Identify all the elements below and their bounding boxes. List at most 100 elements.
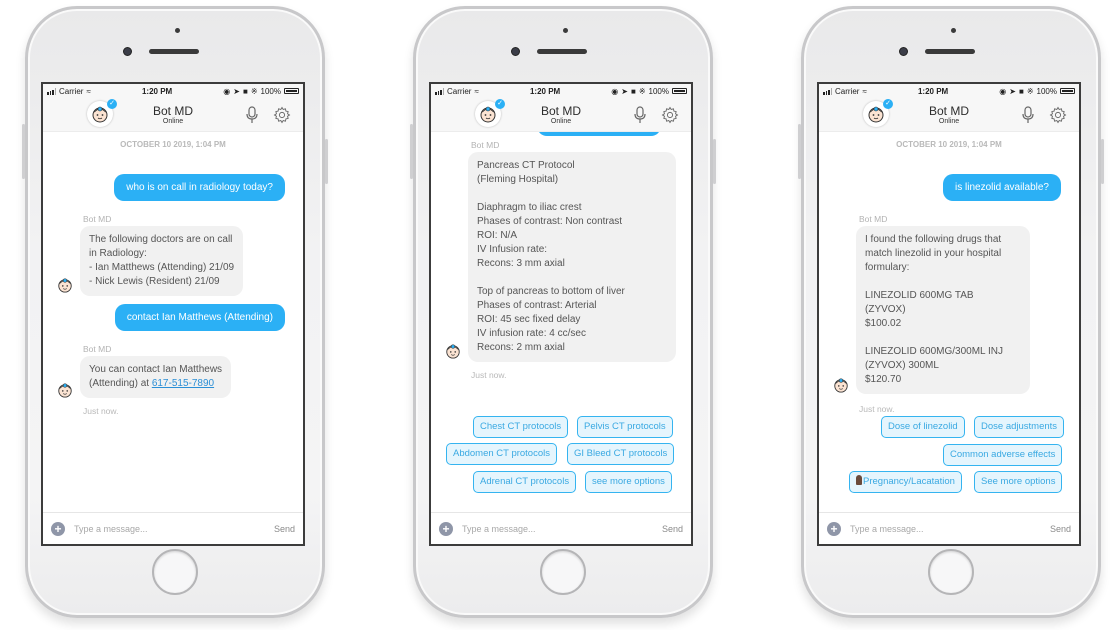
proximity-sensor (951, 28, 956, 33)
send-button[interactable]: Send (662, 524, 683, 534)
bluetooth-icon: ※ (250, 86, 258, 96)
mic-icon[interactable] (633, 106, 647, 124)
user-message: who is on call in radiology today? (114, 174, 285, 201)
status-bar: Carrier ≈ 1:20 PM ◉ ➤ ■ ※ 100% (819, 84, 1079, 98)
front-camera (899, 47, 908, 56)
quick-reply-abdomen-ct[interactable]: Abdomen CT protocols (446, 443, 557, 465)
message-list: Bot MD Pancreas CT Protocol (Fleming Hos… (431, 132, 691, 510)
message-timestamp: Just now. (83, 406, 119, 416)
message-composer: + Send (43, 512, 303, 544)
sender-label: Bot MD (471, 140, 500, 150)
quick-reply-adverse-effects[interactable]: Common adverse effects (943, 444, 1063, 466)
front-camera (123, 47, 132, 56)
bluetooth-icon: ※ (638, 86, 646, 96)
message-timestamp: Just now. (471, 370, 507, 380)
carrier-label: Carrier (447, 86, 472, 96)
quick-reply-see-more[interactable]: See more options (974, 471, 1063, 493)
message-input[interactable] (74, 523, 274, 534)
bot-avatar[interactable]: ✓ (475, 99, 505, 127)
message-input[interactable] (850, 523, 1050, 534)
gear-icon[interactable] (1049, 106, 1067, 124)
sender-label: Bot MD (859, 214, 888, 224)
sender-label: Bot MD (83, 344, 112, 354)
bot-avatar-icon (834, 378, 848, 393)
message-input[interactable] (462, 523, 662, 534)
quick-reply-see-more[interactable]: see more options (585, 471, 672, 493)
chat-status: Online (550, 118, 572, 125)
send-button[interactable]: Send (1050, 524, 1071, 534)
chat-screen: Carrier ≈ 1:20 PM ◉ ➤ ■ ※ 100% ✓ Bot MD … (429, 82, 693, 546)
mic-icon[interactable] (1021, 106, 1035, 124)
home-button[interactable] (540, 549, 586, 595)
carrier-label: Carrier (835, 86, 860, 96)
gear-icon[interactable] (273, 106, 291, 124)
message-list: OCTOBER 10 2019, 1:04 PM who is on call … (43, 132, 303, 510)
verified-check-icon: ✓ (107, 99, 117, 109)
plus-icon[interactable]: + (51, 521, 65, 536)
bot-avatar[interactable]: ✓ (863, 99, 893, 127)
bot-avatar-icon (446, 344, 460, 359)
plus-icon[interactable]: + (827, 521, 841, 536)
bot-avatar-icon (480, 106, 496, 123)
quick-reply-label: Pregnancy/Lacatation (863, 476, 955, 487)
quick-reply-dose[interactable]: Dose of linezolid (881, 416, 965, 438)
earpiece-speaker (149, 49, 199, 54)
chat-status: Online (938, 118, 960, 125)
status-bar: Carrier ≈ 1:20 PM ◉ ➤ ■ ※ 100% (431, 84, 691, 98)
message-composer: + Send (431, 512, 691, 544)
phone-frame-2: Carrier ≈ 1:20 PM ◉ ➤ ■ ※ 100% ✓ Bot MD … (410, 6, 716, 618)
bot-message: The following doctors are on call in Rad… (80, 226, 244, 296)
front-camera (511, 47, 520, 56)
bot-avatar-icon (58, 383, 72, 398)
gear-icon[interactable] (661, 106, 679, 124)
mic-icon[interactable] (245, 106, 259, 124)
quick-reply-chest-ct[interactable]: Chest CT protocols (473, 416, 569, 438)
message-list: OCTOBER 10 2019, 1:04 PM is linezolid av… (819, 132, 1079, 510)
wifi-icon: ≈ (86, 86, 91, 96)
alarm-icon: ■ (1018, 86, 1024, 96)
message-timestamp: Just now. (859, 404, 895, 414)
date-separator: OCTOBER 10 2019, 1:04 PM (120, 140, 226, 149)
quick-reply-dose-adjustments[interactable]: Dose adjustments (974, 416, 1065, 438)
quick-reply-pregnancy[interactable]: Pregnancy/Lacatation (849, 471, 962, 493)
user-message-partial (537, 132, 661, 136)
battery-icon (1060, 88, 1075, 94)
bot-avatar-icon (58, 278, 72, 293)
message-composer: + Send (819, 512, 1079, 544)
status-bar: Carrier ≈ 1:20 PM ◉ ➤ ■ ※ 100% (43, 84, 303, 98)
bot-message: You can contact Ian Matthews (Attending)… (80, 356, 232, 398)
chat-screen: Carrier ≈ 1:20 PM ◉ ➤ ■ ※ 100% ✓ Bot MD … (41, 82, 305, 546)
bot-avatar-icon (868, 106, 884, 123)
status-time: 1:20 PM (529, 86, 561, 96)
chat-status: Online (162, 118, 184, 125)
chat-header: ✓ Bot MD Online (43, 98, 303, 132)
carrier-label: Carrier (59, 86, 84, 96)
phone-number-link[interactable]: 617-515-7890 (152, 378, 214, 389)
bot-message: I found the following drugs that match l… (856, 226, 1030, 394)
plus-icon[interactable]: + (439, 521, 453, 536)
battery-label: 100% (1036, 86, 1057, 96)
send-button[interactable]: Send (274, 524, 295, 534)
quick-reply-pelvis-ct[interactable]: Pelvis CT protocols (577, 416, 673, 438)
quick-reply-gi-bleed-ct[interactable]: GI Bleed CT protocols (567, 443, 675, 465)
proximity-sensor (563, 28, 568, 33)
home-button[interactable] (928, 549, 974, 595)
proximity-sensor (175, 28, 180, 33)
alarm-icon: ■ (630, 86, 636, 96)
earpiece-speaker (537, 49, 587, 54)
verified-check-icon: ✓ (495, 99, 505, 109)
quick-reply-adrenal-ct[interactable]: Adrenal CT protocols (473, 471, 577, 493)
battery-icon (672, 88, 687, 94)
bot-message: Pancreas CT Protocol (Fleming Hospital) … (468, 152, 676, 362)
user-message: is linezolid available? (943, 174, 1061, 201)
lock-rotation-icon: ◉ (999, 86, 1007, 96)
wifi-icon: ≈ (474, 86, 479, 96)
sender-label: Bot MD (83, 214, 112, 224)
home-button[interactable] (152, 549, 198, 595)
chat-title: Bot MD (540, 104, 581, 118)
status-time: 1:20 PM (917, 86, 949, 96)
wifi-icon: ≈ (862, 86, 867, 96)
location-icon: ➤ (233, 86, 240, 96)
lock-rotation-icon: ◉ (611, 86, 619, 96)
bot-avatar[interactable]: ✓ (87, 99, 117, 127)
